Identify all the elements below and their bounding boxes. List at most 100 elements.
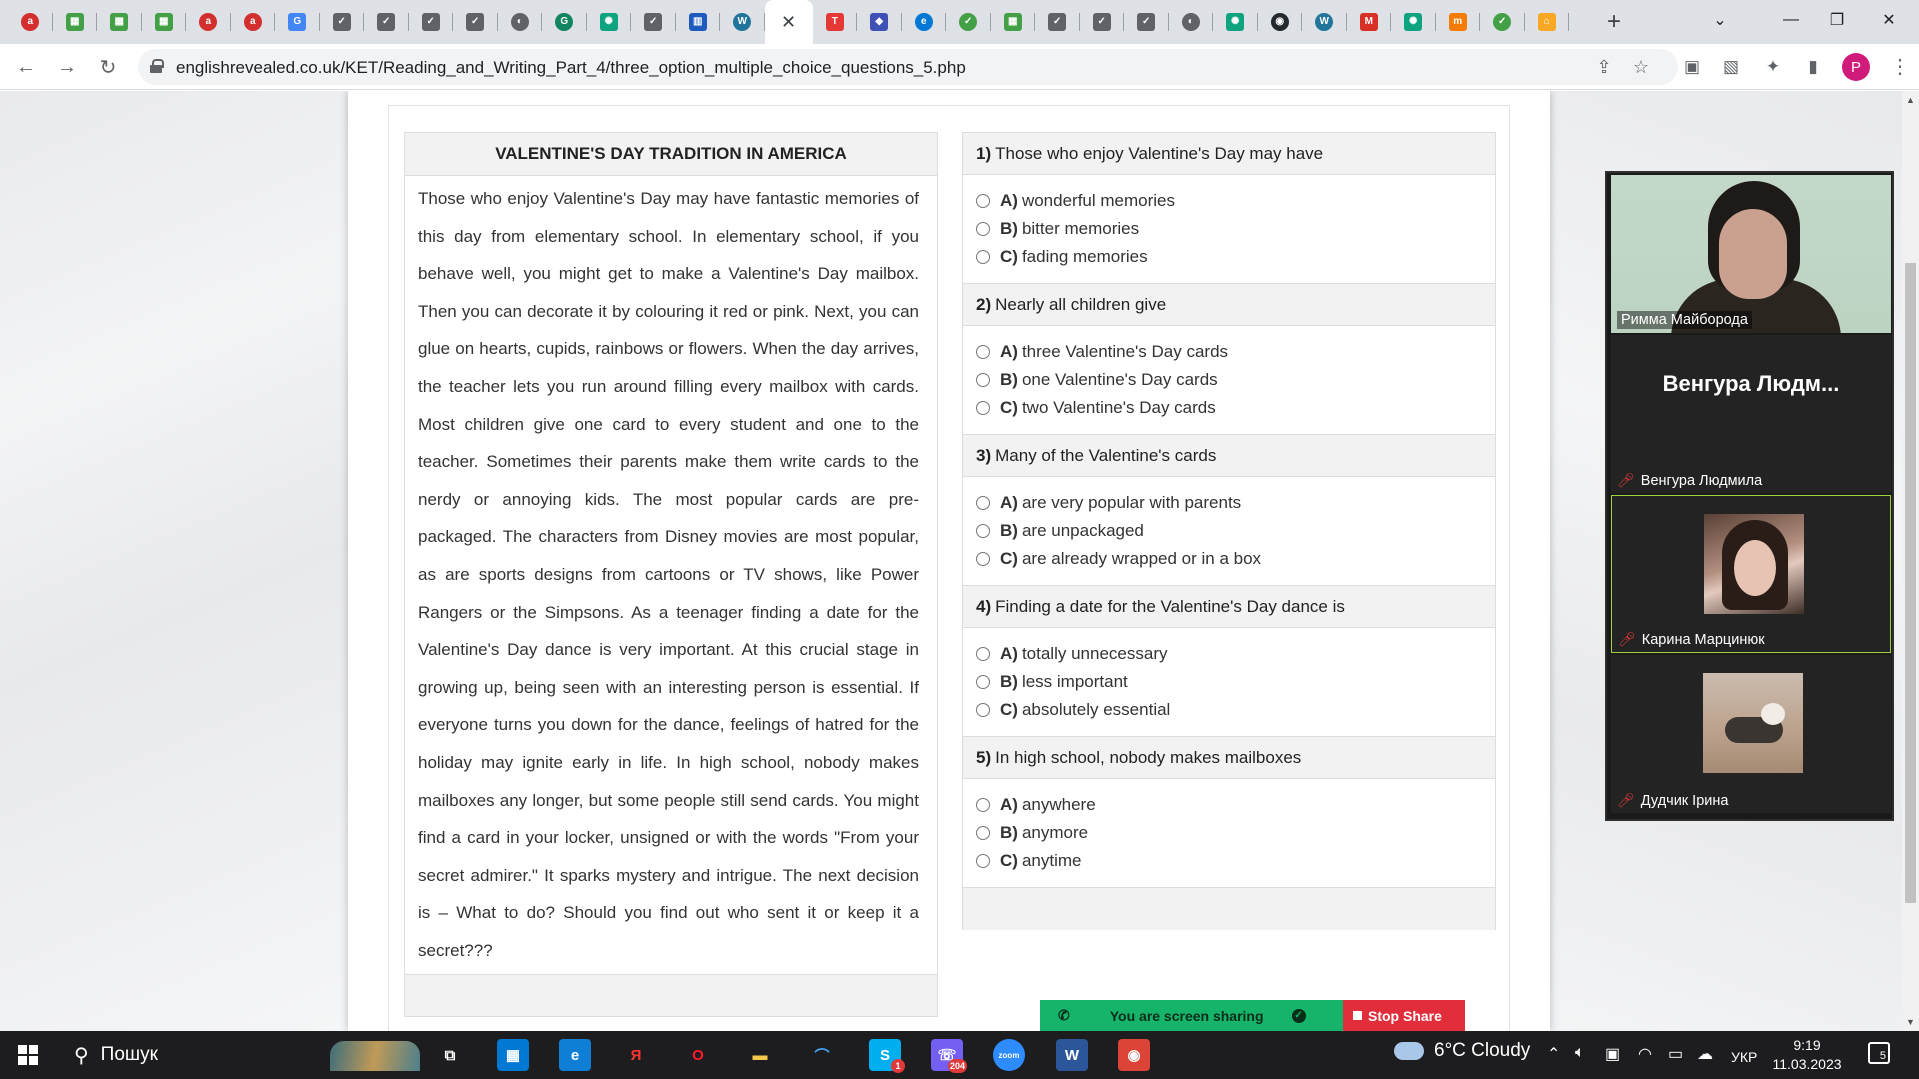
- menu-icon[interactable]: ⋮: [1890, 54, 1910, 79]
- close-window-button[interactable]: ✕: [1866, 0, 1912, 40]
- answer-radio[interactable]: [976, 496, 990, 510]
- share-icon[interactable]: ⇪: [1592, 55, 1616, 79]
- answer-option[interactable]: B) one Valentine's Day cards: [963, 366, 1495, 394]
- browser-tab[interactable]: ◆: [857, 0, 902, 44]
- extension-icon[interactable]: ▧: [1720, 56, 1742, 78]
- browser-tab[interactable]: ✓: [1124, 0, 1169, 44]
- browser-tab[interactable]: a: [186, 0, 231, 44]
- browser-tab[interactable]: ◐: [1169, 0, 1214, 44]
- wifi-icon[interactable]: ◠: [1638, 1044, 1652, 1064]
- answer-option[interactable]: C) two Valentine's Day cards: [963, 394, 1495, 422]
- bookmark-star-icon[interactable]: ☆: [1629, 55, 1653, 79]
- answer-option[interactable]: C) fading memories: [963, 243, 1495, 271]
- browser-tab[interactable]: ▦: [53, 0, 98, 44]
- answer-option[interactable]: A) anywhere: [963, 791, 1495, 819]
- browser-tab[interactable]: ⌂: [1525, 0, 1570, 44]
- store-icon[interactable]: ▦: [497, 1039, 529, 1071]
- address-bar[interactable]: englishrevealed.co.uk/KET/Reading_and_Wr…: [138, 49, 1678, 85]
- browser-tab[interactable]: ✕: [764, 0, 813, 44]
- url-text[interactable]: englishrevealed.co.uk/KET/Reading_and_Wr…: [176, 58, 966, 78]
- answer-option[interactable]: C) absolutely essential: [963, 696, 1495, 724]
- answer-radio[interactable]: [976, 826, 990, 840]
- browser-tab[interactable]: ✓: [364, 0, 409, 44]
- scroll-thumb[interactable]: [1905, 263, 1916, 903]
- scroll-down-arrow-icon[interactable]: ▼: [1906, 1017, 1915, 1027]
- answer-radio[interactable]: [976, 373, 990, 387]
- participant-tile[interactable]: 🎤︎ Дудчик Ірина: [1611, 655, 1891, 813]
- browser-tab[interactable]: ◐: [498, 0, 543, 44]
- side-panel-icon[interactable]: ▮: [1802, 56, 1824, 78]
- display-icon[interactable]: ▣: [1605, 1044, 1620, 1064]
- profile-avatar[interactable]: P: [1842, 53, 1870, 81]
- answer-option[interactable]: A) totally unnecessary: [963, 640, 1495, 668]
- browser-tab[interactable]: W: [1302, 0, 1347, 44]
- answer-option[interactable]: B) bitter memories: [963, 215, 1495, 243]
- answer-radio[interactable]: [976, 552, 990, 566]
- browser-tab[interactable]: ▦: [97, 0, 142, 44]
- answer-radio[interactable]: [976, 401, 990, 415]
- browser-tab[interactable]: ◉: [1258, 0, 1303, 44]
- participant-tile[interactable]: Римма Майборода: [1611, 175, 1891, 333]
- browser-tab[interactable]: ▥: [676, 0, 721, 44]
- weather-widget[interactable]: 6°C Cloudy: [1394, 1040, 1530, 1062]
- answer-option[interactable]: A) wonderful memories: [963, 187, 1495, 215]
- browser-tab[interactable]: ✺: [587, 0, 632, 44]
- browser-tab[interactable]: a: [231, 0, 276, 44]
- browser-tab[interactable]: W: [720, 0, 765, 44]
- browser-tab[interactable]: ✓: [1080, 0, 1125, 44]
- answer-option[interactable]: C) are already wrapped or in a box: [963, 545, 1495, 573]
- chrome-icon[interactable]: ◉: [1118, 1039, 1150, 1071]
- notifications-icon[interactable]: 5: [1868, 1042, 1890, 1064]
- answer-radio[interactable]: [976, 194, 990, 208]
- browser-tab[interactable]: ✓: [320, 0, 365, 44]
- answer-option[interactable]: A) three Valentine's Day cards: [963, 338, 1495, 366]
- browser-tab[interactable]: ✓: [631, 0, 676, 44]
- file-explorer-icon[interactable]: ▬: [744, 1039, 776, 1071]
- reload-button[interactable]: ↻: [94, 53, 122, 81]
- language-indicator[interactable]: УКР: [1731, 1049, 1757, 1065]
- browser-tab[interactable]: G: [275, 0, 320, 44]
- yandex-icon[interactable]: Я: [620, 1039, 652, 1071]
- browser-tab[interactable]: a: [8, 0, 53, 44]
- browser-tab[interactable]: ▦: [142, 0, 187, 44]
- forward-button[interactable]: →: [53, 53, 81, 81]
- battery-icon[interactable]: ▭: [1668, 1044, 1683, 1064]
- scroll-up-arrow-icon[interactable]: ▲: [1906, 95, 1915, 105]
- answer-radio[interactable]: [976, 703, 990, 717]
- tab-search-icon[interactable]: ⌄: [1697, 0, 1743, 40]
- close-icon[interactable]: ✕: [781, 12, 796, 33]
- app-arc-icon[interactable]: ⌒: [806, 1039, 838, 1071]
- answer-radio[interactable]: [976, 854, 990, 868]
- answer-option[interactable]: B) anymore: [963, 819, 1495, 847]
- tray-arrow-icon[interactable]: ⌃: [1547, 1044, 1560, 1064]
- browser-tab[interactable]: ▦: [991, 0, 1036, 44]
- edge-icon[interactable]: e: [559, 1039, 591, 1071]
- answer-option[interactable]: A) are very popular with parents: [963, 489, 1495, 517]
- opera-icon[interactable]: O: [682, 1039, 714, 1071]
- browser-tab[interactable]: G: [542, 0, 587, 44]
- browser-tab[interactable]: ✓: [946, 0, 991, 44]
- browser-tab[interactable]: m: [1436, 0, 1481, 44]
- back-button[interactable]: ←: [12, 53, 40, 81]
- word-icon[interactable]: W: [1056, 1039, 1088, 1071]
- browser-tab[interactable]: T: [813, 0, 858, 44]
- answer-radio[interactable]: [976, 222, 990, 236]
- answer-radio[interactable]: [976, 675, 990, 689]
- zoom-icon[interactable]: zoom: [993, 1039, 1025, 1071]
- answer-radio[interactable]: [976, 647, 990, 661]
- viber-icon[interactable]: ☏ 204: [931, 1039, 967, 1073]
- puzzle-icon[interactable]: ✦: [1762, 56, 1784, 78]
- task-view-icon[interactable]: ⧉: [434, 1039, 466, 1071]
- browser-tab[interactable]: ✺: [1213, 0, 1258, 44]
- extension-icon[interactable]: ▣: [1681, 56, 1703, 78]
- windows-start-icon[interactable]: [18, 1045, 38, 1065]
- volume-icon[interactable]: 🔈︎: [1575, 1044, 1585, 1062]
- browser-tab[interactable]: ✓: [409, 0, 454, 44]
- new-tab-button[interactable]: +: [1600, 8, 1628, 36]
- browser-tab[interactable]: ✓: [1035, 0, 1080, 44]
- browser-tab[interactable]: ✺: [1391, 0, 1436, 44]
- answer-radio[interactable]: [976, 250, 990, 264]
- answer-radio[interactable]: [976, 524, 990, 538]
- skype-icon[interactable]: S1: [869, 1039, 905, 1073]
- browser-tab[interactable]: e: [902, 0, 947, 44]
